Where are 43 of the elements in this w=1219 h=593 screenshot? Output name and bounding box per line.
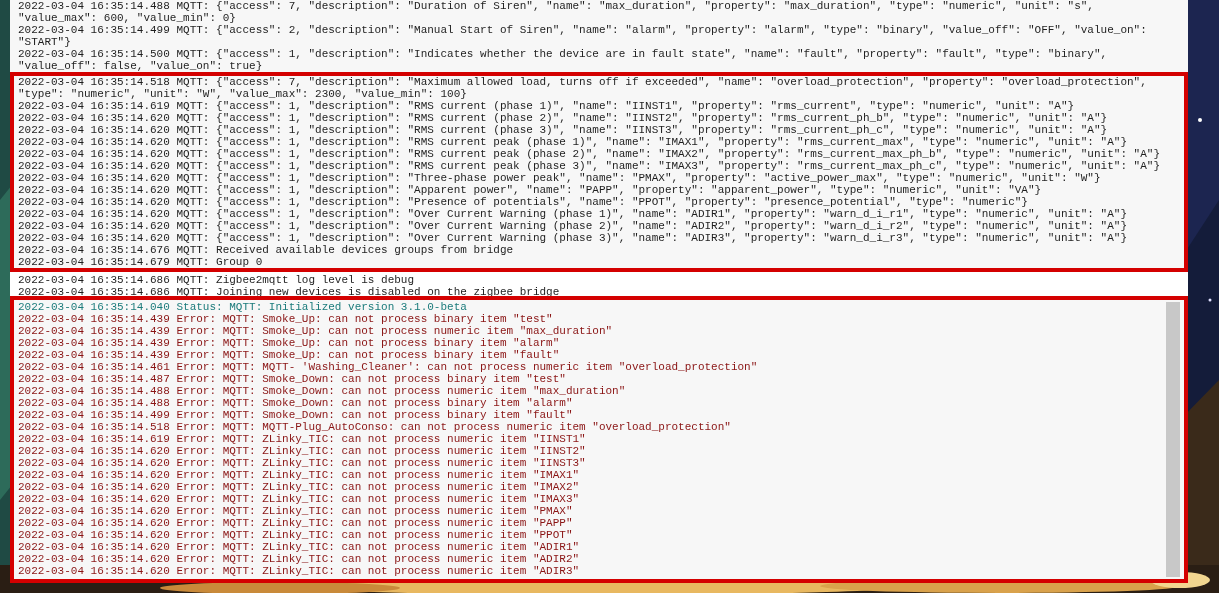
log-line: 2022-03-04 16:35:14.488 Error: MQTT: Smoke_Down: can not process binary item "alarm" (18, 397, 574, 409)
log-line: 2022-03-04 16:35:14.620 Error: MQTT: ZLinky_TIC: can not process numeric item "IINST2" (18, 445, 587, 457)
log-line: 2022-03-04 16:35:14.620 MQTT: {"access": 1, "description": "RMS current (phase 3)", "name": "IINST3", "property": "rms_current_ph_c", "type": "numeric", "unit": "A"} (18, 124, 1109, 136)
log-line: 2022-03-04 16:35:14.620 MQTT: {"access": 1, "description": "RMS current peak (phase 2)", "name": "IMAX2", "property": "rms_current_max_ph_b", "type": "numeric", "unit": "A"} (18, 148, 1161, 160)
log-line: 2022-03-04 16:35:14.619 Error: MQTT: ZLinky_TIC: can not process numeric item "IINST1" (18, 433, 587, 445)
log-line: 2022-03-04 16:35:14.620 Error: MQTT: ZLinky_TIC: can not process numeric item "IINST3" (18, 457, 587, 469)
log-line: 2022-03-04 16:35:14.620 MQTT: {"access": 1, "description": "RMS current (phase 2)", "name": "IINST2", "property": "rms_current_ph_b", "type": "numeric", "unit": "A"} (18, 112, 1109, 124)
log-line: 2022-03-04 16:35:14.439 Error: MQTT: Smoke_Up: can not process binary item "alarm" (18, 337, 561, 349)
log-line: 2022-03-04 16:35:14.676 MQTT: Received available devices groups from bridge (18, 244, 515, 256)
log-line: 2022-03-04 16:35:14.439 Error: MQTT: Smoke_Up: can not process numeric item "max_duration" (18, 325, 614, 337)
log-line: 2022-03-04 16:35:14.487 Error: MQTT: Smoke_Down: can not process binary item "test" (18, 373, 567, 385)
log-line: 2022-03-04 16:35:14.499 MQTT: {"access": 2, "description": "Manual Start of Siren", "name": "alarm", "property": "alarm", "type": "binary", "value_off": "OFF", "value_on": "START"} (17, 24, 1148, 48)
log-line: 2022-03-04 16:35:14.439 Error: MQTT: Smoke_Up: can not process binary item "fault" (18, 349, 561, 361)
log-line: 2022-03-04 16:35:14.686 MQTT: Zigbee2mqtt log level is debug (18, 274, 416, 286)
log-line: 2022-03-04 16:35:14.040 Status: MQTT: Initialized version 3.1.0-beta (18, 301, 468, 313)
log-line: 2022-03-04 16:35:14.620 MQTT: {"access": 1, "description": "Over Current Warning (phase 2)", "name": "ADIR2", "property": "warn_d_i_r2", "type": "numeric", "unit": "A"} (18, 220, 1128, 232)
log-line: 2022-03-04 16:35:14.488 MQTT: {"access": 7, "description": "Duration of Siren", "name": "max_duration", "property": "max_duration", "type": "numeric", "unit": "s", "value_max": 600, "value_min": 0} (17, 0, 1095, 24)
log-line: 2022-03-04 16:35:14.488 Error: MQTT: Smoke_Down: can not process numeric item "max_duration" (18, 385, 627, 397)
log-line: 2022-03-04 16:35:14.679 MQTT: Group 0 (18, 256, 264, 268)
log-line: 2022-03-04 16:35:14.439 Error: MQTT: Smoke_Up: can not process binary item "test" (18, 313, 554, 325)
log-line: 2022-03-04 16:35:14.620 MQTT: {"access": 1, "description": "Over Current Warning (phase 3)", "name": "ADIR3", "property": "warn_d_i_r3", "type": "numeric", "unit": "A"} (18, 232, 1128, 244)
log-line: 2022-03-04 16:35:14.620 MQTT: {"access": 1, "description": "Apparent power", "name": "PAPP", "property": "apparent_power", "type": "numeric", "unit": "VA"} (18, 184, 1043, 196)
log-line: 2022-03-04 16:35:14.620 Error: MQTT: ZLinky_TIC: can not process numeric item "ADIR3" (18, 565, 581, 577)
log-line: 2022-03-04 16:35:14.620 MQTT: {"access": 1, "description": "RMS current peak (phase 3)", "name": "IMAX3", "property": "rms_current_max_ph_c", "type": "numeric", "unit": "A"} (18, 160, 1161, 172)
log-line: 2022-03-04 16:35:14.620 Error: MQTT: ZLinky_TIC: can not process numeric item "PMAX" (18, 505, 574, 517)
log-line: 2022-03-04 16:35:14.620 MQTT: {"access": 1, "description": "Three-phase power peak", "name": "PMAX", "property": "active_power_max", "type": "numeric", "unit": "W"} (18, 172, 1102, 184)
log-line: 2022-03-04 16:35:14.620 Error: MQTT: ZLinky_TIC: can not process numeric item "IMAX2" (18, 481, 581, 493)
log-line: 2022-03-04 16:35:14.620 Error: MQTT: ZLinky_TIC: can not process numeric item "ADIR1" (18, 541, 581, 553)
log-line: 2022-03-04 16:35:14.461 Error: MQTT: MQTT- 'Washing_Cleaner': can not process numeric item "overload_protection" (18, 361, 759, 373)
log-line: 2022-03-04 16:35:14.620 Error: MQTT: ZLinky_TIC: can not process numeric item "IMAX1" (18, 469, 581, 481)
log-line: 2022-03-04 16:35:14.518 Error: MQTT: MQTT-Plug_AutoConso: can not process numeric item "overload_protection" (18, 421, 732, 433)
log-line: 2022-03-04 16:35:14.620 Error: MQTT: ZLinky_TIC: can not process numeric item "PAPP" (18, 517, 574, 529)
log-line: 2022-03-04 16:35:14.620 MQTT: {"access": 1, "description": "Presence of potentials", "name": "PPOT", "property": "presence_potential", "type": "numeric"} (18, 196, 1029, 208)
log-line: 2022-03-04 16:35:14.620 Error: MQTT: ZLinky_TIC: can not process numeric item "PPOT" (18, 529, 574, 541)
scrollbar[interactable] (1166, 302, 1180, 577)
log-line: 2022-03-04 16:35:14.620 MQTT: {"access": 1, "description": "RMS current peak (phase 1)", "name": "IMAX1", "property": "rms_current_max", "type": "numeric", "unit": "A"} (18, 136, 1128, 148)
log-line: 2022-03-04 16:35:14.518 MQTT: {"access": 7, "description": "Maximum allowed load, turns off if exceeded", "name": "overload_protection", "property": "overload_protection", "type": "numeric", "unit": "W", "value_max": 2300, "value_min": 100} (18, 76, 1148, 100)
log-line: 2022-03-04 16:35:14.620 Error: MQTT: ZLinky_TIC: can not process numeric item "IMAX3" (18, 493, 581, 505)
log-line: 2022-03-04 16:35:14.619 MQTT: {"access": 1, "description": "RMS current (phase 1)", "name": "IINST1", "property": "rms_current", "type": "numeric", "unit": "A"} (18, 100, 1076, 112)
log-line: 2022-03-04 16:35:14.499 Error: MQTT: Smoke_Down: can not process binary item "fault" (18, 409, 574, 421)
log-line: 2022-03-04 16:35:14.620 Error: MQTT: ZLinky_TIC: can not process numeric item "ADIR2" (18, 553, 581, 565)
log-line: 2022-03-04 16:35:14.500 MQTT: {"access": 1, "description": "Indicates whether the device are in fault state", "name": "fault", "property": "fault", "type": "binary", "value_off": false, "value_on": true} (17, 48, 1109, 72)
log-line: 2022-03-04 16:35:14.620 MQTT: {"access": 1, "description": "Over Current Warning (phase 1)", "name": "ADIR1", "property": "warn_d_i_r1", "type": "numeric", "unit": "A"} (18, 208, 1128, 220)
